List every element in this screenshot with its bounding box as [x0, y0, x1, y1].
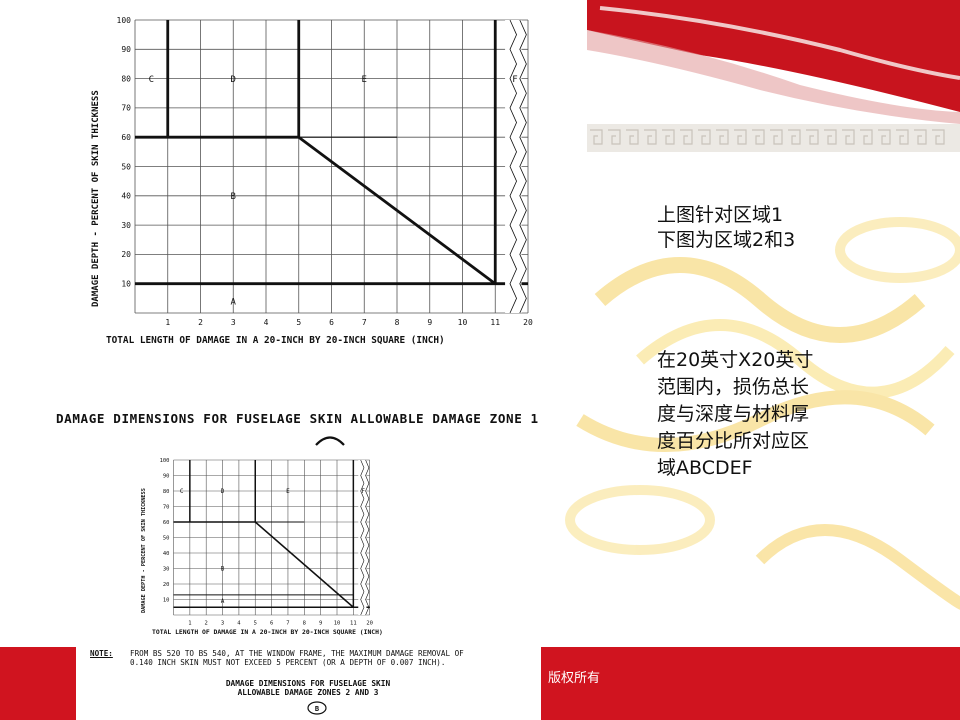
- explanation-line: 在20英寸X20英寸: [657, 349, 814, 371]
- region-labels: C D E F B A: [180, 488, 365, 605]
- y-axis-label: DAMAGE DEPTH - PERCENT OF SKIN THICKNESS: [141, 488, 147, 613]
- zone23-note: 下图为区域2和3: [657, 229, 796, 251]
- y-tick-label: 10: [121, 280, 131, 289]
- x-tick-label: 8: [303, 621, 306, 627]
- region-label-a: A: [221, 598, 225, 605]
- y-tick-label: 30: [121, 221, 131, 230]
- x-axis-label: TOTAL LENGTH OF DAMAGE IN A 20-INCH BY 2…: [106, 335, 445, 346]
- note-line: 0.140 INCH SKIN MUST NOT EXCEED 5 PERCEN…: [130, 658, 446, 667]
- x-tick-label: 20: [523, 318, 533, 327]
- y-tick-label: 100: [117, 16, 132, 25]
- x-tick-label: 2: [198, 318, 203, 327]
- x-tick-label: 6: [329, 318, 334, 327]
- region-label-a: A: [231, 297, 237, 307]
- section-marker: [315, 436, 345, 446]
- x-tick-label: 9: [427, 318, 432, 327]
- x-tick-label: 1: [165, 318, 170, 327]
- x-tick-label: 7: [286, 621, 289, 627]
- x-tick-label: 6: [270, 621, 273, 627]
- region-label-d: D: [231, 75, 236, 85]
- section-marker: B: [307, 701, 327, 715]
- region-label-f: F: [512, 75, 517, 85]
- y-axis-label: DAMAGE DEPTH - PERCENT OF SKIN THICKNESS: [91, 90, 101, 307]
- x-tick-label: 8: [395, 318, 400, 327]
- y-tick-label: 100: [160, 458, 170, 464]
- axis-ticks: 1 2 3 4 5 6 7 8 9 10 11 20 10 20 30 40 50 60 70 80 90 100: [117, 16, 533, 327]
- region-label-b: B: [231, 192, 236, 202]
- zone23-caption: ALLOWABLE DAMAGE ZONES 2 AND 3: [237, 688, 379, 697]
- region-label-c: C: [180, 488, 184, 495]
- x-tick-label: 3: [221, 621, 224, 627]
- explanation-line: 域ABCDEF: [657, 457, 753, 479]
- explanation-line: 度与深度与材料厚: [657, 403, 810, 425]
- copyright-footer: 版权所有: [548, 671, 601, 686]
- x-tick-label: 5: [254, 621, 257, 627]
- note-label: NOTE:: [90, 649, 113, 658]
- y-tick-label: 10: [163, 597, 170, 603]
- explanation-line: 度百分比所对应区: [657, 430, 810, 452]
- y-tick-label: 50: [121, 162, 131, 171]
- x-tick-label: 20: [366, 621, 373, 627]
- axis-break: [505, 20, 522, 313]
- x-tick-label: 4: [237, 621, 241, 627]
- y-tick-label: 50: [163, 535, 170, 541]
- x-tick-label: 1: [188, 621, 191, 627]
- explanation-line: 范围内，损伤总长: [657, 376, 810, 398]
- x-tick-label: 9: [319, 621, 322, 627]
- y-tick-label: 20: [121, 250, 131, 259]
- region-label-c: C: [149, 75, 154, 85]
- x-tick-label: 3: [231, 318, 236, 327]
- region-label-e: E: [362, 75, 367, 85]
- x-tick-label: 5: [296, 318, 301, 327]
- note-line: FROM BS 520 TO BS 540, AT THE WINDOW FRA…: [130, 649, 464, 658]
- x-tick-label: 2: [205, 621, 208, 627]
- y-tick-label: 80: [121, 74, 131, 83]
- x-tick-label: 10: [458, 318, 468, 327]
- zone23-damage-chart: 1 2 3 4 5 6 7 8 9 10 11 20 10 20 30 40 50 60 70 80 90 100 C D E…: [128, 455, 500, 647]
- region-label-e: E: [286, 488, 290, 495]
- chart-grid: [173, 459, 370, 616]
- axis-ticks: 1 2 3 4 5 6 7 8 9 10 11 20 10 20 30 40 50 60 70 80 90 100: [160, 458, 373, 627]
- zone1-caption: DAMAGE DIMENSIONS FOR FUSELAGE SKIN ALLO…: [56, 411, 539, 426]
- region-label-f: F: [361, 488, 365, 495]
- y-tick-label: 90: [163, 473, 170, 479]
- zone1-damage-chart: 1 2 3 4 5 6 7 8 9 10 11 20 10 20 30 40 50 60 70 80 90 100 C D E…: [56, 0, 587, 412]
- section-marker-letter: B: [315, 705, 319, 713]
- y-tick-label: 40: [121, 192, 131, 201]
- y-tick-label: 90: [121, 45, 131, 54]
- y-tick-label: 30: [163, 566, 170, 572]
- y-tick-label: 70: [163, 504, 170, 510]
- x-tick-label: 10: [334, 621, 341, 627]
- y-tick-label: 60: [163, 520, 170, 526]
- axis-break: [358, 460, 367, 615]
- x-tick-label: 7: [362, 318, 367, 327]
- zone23-caption: DAMAGE DIMENSIONS FOR FUSELAGE SKIN: [225, 679, 391, 688]
- region-label-d: D: [221, 488, 225, 495]
- x-axis-label: TOTAL LENGTH OF DAMAGE IN A 20-INCH BY 2…: [152, 628, 383, 636]
- y-tick-label: 20: [163, 582, 170, 588]
- zone1-note: 上图针对区域1: [657, 204, 784, 226]
- x-tick-label: 11: [490, 318, 500, 327]
- chart-grid: [134, 19, 529, 314]
- y-tick-label: 40: [163, 551, 170, 557]
- region-label-b: B: [221, 566, 225, 573]
- y-tick-label: 60: [121, 133, 131, 142]
- y-tick-label: 80: [163, 489, 170, 495]
- y-tick-label: 70: [121, 104, 131, 113]
- x-tick-label: 4: [264, 318, 269, 327]
- zone23-notes-panel: NOTE: FROM BS 520 TO BS 540, AT THE WIND…: [76, 646, 541, 720]
- x-tick-label: 11: [350, 621, 357, 627]
- red-ribbon-banner: [587, 0, 960, 124]
